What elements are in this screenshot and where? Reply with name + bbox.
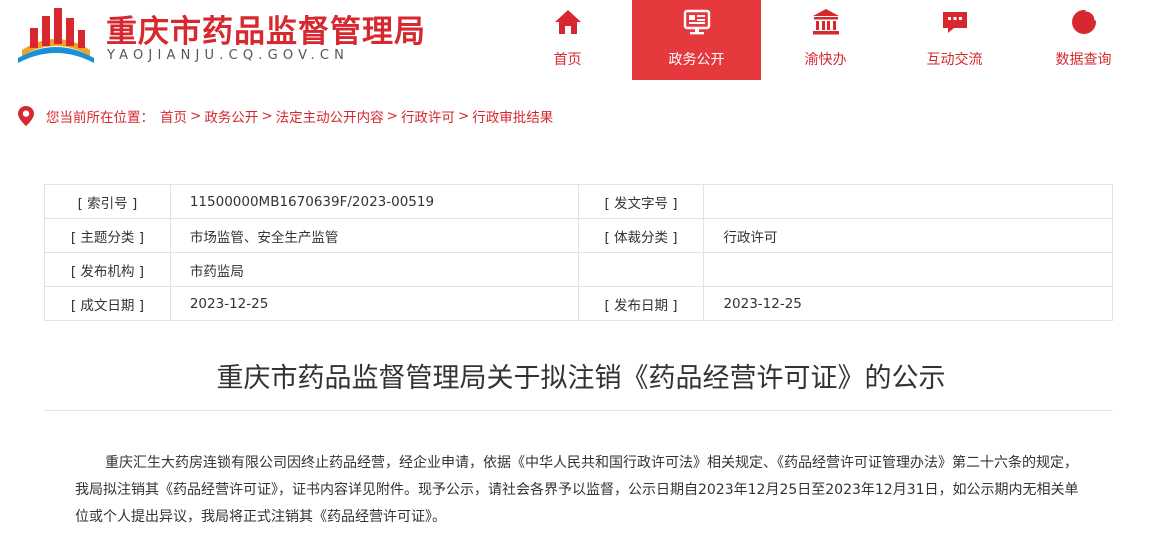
empty-cell <box>703 252 1113 287</box>
index-number-value: 11500000MB1670639F/2023-00519 <box>169 184 579 219</box>
pie-chart-icon <box>1068 6 1100 38</box>
publish-date-label: [ 发布日期 ] <box>577 286 705 321</box>
creation-date-value: 2023-12-25 <box>169 286 579 321</box>
breadcrumb-administrative-license[interactable]: 行政许可 <box>401 106 455 126</box>
nav-item-government-affairs[interactable]: 政务公开 <box>632 0 761 80</box>
monitor-icon <box>681 6 713 38</box>
nav-label-home: 首页 <box>553 52 582 68</box>
site-title: 重庆市药品监督管理局 <box>106 14 426 50</box>
breadcrumb-separator: > <box>386 108 398 124</box>
breadcrumb-separator: > <box>457 108 470 124</box>
table-row: [ 成文日期 ] 2023-12-25 [ 发布日期 ] 2023-12-25 <box>44 286 1113 321</box>
index-number-label: [ 索引号 ] <box>44 184 171 219</box>
document-number-value <box>703 184 1113 219</box>
breadcrumb-statutory-disclosure[interactable]: 法定主动公开内容 <box>276 106 384 126</box>
breadcrumb-separator: > <box>261 108 273 124</box>
nav-label-interaction: 互动交流 <box>926 52 983 68</box>
table-row: [ 索引号 ] 11500000MB1670639F/2023-00519 [ … <box>44 184 1113 219</box>
document-number-label: [ 发文字号 ] <box>577 184 705 219</box>
table-row: [ 主题分类 ] 市场监管、安全生产监管 [ 体裁分类 ] 行政许可 <box>44 218 1113 253</box>
breadcrumb-prefix: 您当前所在位置： <box>46 110 154 126</box>
nav-label-government-affairs: 政务公开 <box>668 52 725 68</box>
breadcrumb-approval-results[interactable]: 行政审批结果 <box>472 106 553 126</box>
topic-category-label: [ 主题分类 ] <box>44 218 171 253</box>
main-nav: 首页 政务公开 渝快办 互动交流 数据查询 <box>503 0 1148 80</box>
home-icon <box>552 6 584 38</box>
site-logo[interactable] <box>16 6 96 68</box>
breadcrumb-separator: > <box>190 108 202 124</box>
nav-item-home[interactable]: 首页 <box>503 0 632 80</box>
empty-cell <box>577 252 705 287</box>
topic-category-value: 市场监管、安全生产监管 <box>169 218 579 253</box>
article-body: 重庆汇生大药房连锁有限公司因终止药品经营，经企业申请，依据《中华人民共和国行政许… <box>75 450 1085 531</box>
breadcrumb-government-affairs[interactable]: 政务公开 <box>204 106 258 126</box>
site-domain: YAOJIANJU.CQ.GOV.CN <box>107 48 350 63</box>
chat-bubble-icon <box>939 6 971 38</box>
nav-label-yukuaiban: 渝快办 <box>804 52 847 68</box>
location-pin-icon <box>18 106 34 126</box>
nav-item-interaction[interactable]: 互动交流 <box>890 0 1019 80</box>
breadcrumb: 您当前所在位置： 首页 > 政务公开 > 法定主动公开内容 > 行政许可 > 行… <box>18 106 553 126</box>
issuing-agency-value: 市药监局 <box>169 252 579 287</box>
breadcrumb-home[interactable]: 首页 <box>160 106 187 126</box>
nav-item-yukuaiban[interactable]: 渝快办 <box>761 0 890 80</box>
creation-date-label: [ 成文日期 ] <box>44 286 171 321</box>
issuing-agency-label: [ 发布机构 ] <box>44 252 171 287</box>
genre-category-value: 行政许可 <box>703 218 1113 253</box>
genre-category-label: [ 体裁分类 ] <box>577 218 705 253</box>
government-building-icon <box>810 6 842 38</box>
nav-label-data-query: 数据查询 <box>1055 52 1112 68</box>
publish-date-value: 2023-12-25 <box>703 286 1113 321</box>
site-header: 重庆市药品监督管理局 YAOJIANJU.CQ.GOV.CN 首页 政务公开 渝… <box>0 0 1162 80</box>
article-paragraph: 重庆汇生大药房连锁有限公司因终止药品经营，经企业申请，依据《中华人民共和国行政许… <box>75 455 1079 525</box>
title-divider <box>44 410 1113 411</box>
document-metadata-table: [ 索引号 ] 11500000MB1670639F/2023-00519 [ … <box>44 184 1113 321</box>
table-row: [ 发布机构 ] 市药监局 <box>44 252 1113 287</box>
nav-item-data-query[interactable]: 数据查询 <box>1019 0 1148 80</box>
article-title: 重庆市药品监督管理局关于拟注销《药品经营许可证》的公示 <box>216 363 946 394</box>
